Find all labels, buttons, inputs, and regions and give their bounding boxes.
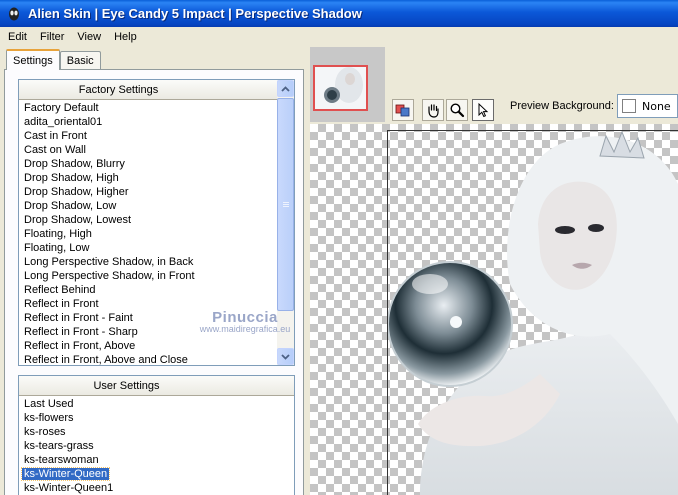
preview-canvas[interactable] [310,124,678,495]
preview-toggle-icon [395,104,410,117]
list-item[interactable]: Drop Shadow, Blurry [19,157,277,171]
menu-help[interactable]: Help [109,31,142,43]
list-item[interactable]: Factory Default [19,101,277,115]
menu-filter[interactable]: Filter [35,31,69,43]
window-title: Alien Skin | Eye Candy 5 Impact | Perspe… [28,6,362,21]
user-settings-items: Last Used ks-flowers ks-roses ks-tears-g… [19,397,294,495]
list-item[interactable]: ks-flowers [19,411,294,425]
tab-strip: Settings Basic [6,49,101,70]
pointer-tool-button[interactable] [472,99,494,121]
hand-icon [428,104,439,118]
list-item[interactable]: Cast in Front [19,129,277,143]
list-item[interactable]: Drop Shadow, Higher [19,185,277,199]
navigator-thumbnail[interactable] [313,65,368,111]
list-item[interactable]: ks-tearswoman [19,453,294,467]
zoom-tool-button[interactable] [446,99,468,121]
grip-icon [282,201,289,207]
list-item[interactable]: Floating, Low [19,241,277,255]
preview-background-value: None [642,99,671,113]
user-settings-header: User Settings [19,376,294,396]
tab-settings[interactable]: Settings [6,49,60,70]
list-item[interactable]: Reflect Behind [19,283,277,297]
factory-settings-header: Factory Settings [19,80,278,100]
scroll-thumb[interactable] [277,98,294,311]
list-item[interactable]: Long Perspective Shadow, in Back [19,255,277,269]
pointer-icon [478,102,489,118]
list-item[interactable]: Floating, High [19,227,277,241]
preview-background-label: Preview Background: [510,100,614,112]
watermark-url: www.maidiregrafica.eu [199,324,291,334]
list-item[interactable]: ks-roses [19,425,294,439]
canvas-guide-vertical [387,130,388,495]
list-item[interactable]: ks-tears-grass [19,439,294,453]
canvas-guide-horizontal [387,130,678,131]
list-item[interactable]: ks-Winter-Queen1 [19,481,294,495]
list-item[interactable]: Reflect in Front, Above and Close [19,353,277,365]
list-item[interactable]: Long Perspective Shadow, in Front [19,269,277,283]
preview-background-select[interactable]: None [617,94,678,118]
title-bar[interactable]: Alien Skin | Eye Candy 5 Impact | Perspe… [0,0,678,27]
factory-settings-header-label: Factory Settings [78,83,159,96]
watermark: Pinuccia www.maidiregrafica.eu [185,309,305,334]
list-item[interactable]: Last Used [19,397,294,411]
menu-view[interactable]: View [72,31,106,43]
menu-edit[interactable]: Edit [3,31,32,43]
alien-skin-app-icon [6,6,22,22]
menu-bar: Edit Filter View Help [0,27,678,46]
toggle-preview-button[interactable] [392,99,414,121]
list-item[interactable]: Drop Shadow, Lowest [19,213,277,227]
chevron-up-icon [281,85,290,92]
list-item-selected[interactable]: ks-Winter-Queen [19,467,294,481]
hand-tool-button[interactable] [422,99,444,121]
user-settings-header-label: User Settings [93,379,160,392]
list-item[interactable]: adita_oriental01 [19,115,277,129]
user-settings-list[interactable]: User Settings Last Used ks-flowers ks-ro… [18,375,295,495]
zoom-icon [450,103,465,118]
chevron-down-icon [281,353,290,360]
list-item[interactable]: Reflect in Front, Above [19,339,277,353]
background-swatch-icon [622,99,636,113]
list-item[interactable]: Cast on Wall [19,143,277,157]
thumbnail-image [315,67,366,109]
tab-basic[interactable]: Basic [59,51,101,70]
preview-image [387,130,678,495]
scroll-down-button[interactable] [277,348,294,365]
list-item[interactable]: Drop Shadow, High [19,171,277,185]
list-item[interactable]: Drop Shadow, Low [19,199,277,213]
scroll-up-button[interactable] [277,80,294,97]
